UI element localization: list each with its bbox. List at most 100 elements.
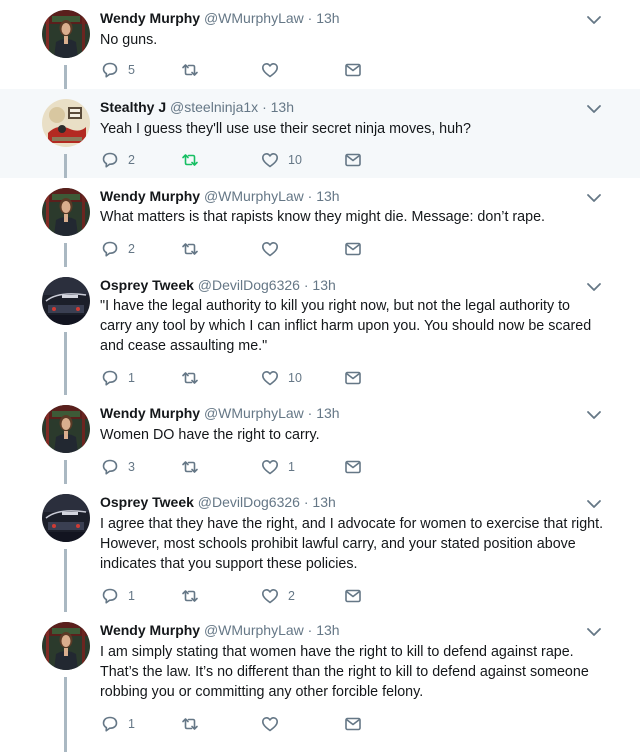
conversation-thread: Wendy Murphy @WMurphyLaw · 13h No guns. 5 S…	[0, 0, 640, 752]
heart-icon	[260, 586, 280, 606]
display-name[interactable]: Stealthy J	[100, 99, 166, 115]
reply-button[interactable]: 2	[100, 150, 135, 170]
timestamp[interactable]: 13h	[312, 277, 335, 293]
chevron-down-icon[interactable]	[586, 625, 602, 637]
avatar[interactable]	[42, 494, 90, 542]
envelope-icon	[343, 586, 363, 606]
thread-connector-line	[64, 243, 67, 267]
tweet[interactable]: Wendy Murphy @WMurphyLaw · 13h No guns. 5	[0, 0, 640, 89]
tweet-header: Stealthy J @steelninja1x · 13h	[100, 98, 294, 116]
direct-message-button[interactable]	[343, 150, 363, 170]
reply-button[interactable]: 2	[100, 239, 135, 259]
timestamp[interactable]: 13h	[316, 622, 339, 638]
chevron-down-icon[interactable]	[586, 13, 602, 25]
chevron-down-icon[interactable]	[586, 280, 602, 292]
avatar[interactable]	[42, 405, 90, 453]
display-name[interactable]: Osprey Tweek	[100, 494, 194, 510]
reply-button[interactable]: 5	[100, 60, 135, 80]
separator-dot: ·	[262, 99, 267, 115]
tweet[interactable]: Osprey Tweek @DevilDog6326 · 13h "I have …	[0, 267, 640, 395]
display-name[interactable]: Wendy Murphy	[100, 622, 200, 638]
tweet-text-line: I am simply stating that women have the …	[100, 644, 574, 660]
avatar[interactable]	[42, 622, 90, 670]
reply-count: 5	[128, 63, 135, 77]
direct-message-button[interactable]	[343, 60, 363, 80]
retweet-icon	[180, 368, 200, 388]
tweet[interactable]: Wendy Murphy @WMurphyLaw · 13h Women DO h…	[0, 395, 640, 484]
reply-button[interactable]: 1	[100, 714, 135, 734]
tweet[interactable]: Osprey Tweek @DevilDog6326 · 13h I agree …	[0, 484, 640, 612]
user-handle[interactable]: @DevilDog6326	[198, 277, 300, 293]
like-button[interactable]: 10	[260, 368, 302, 388]
retweet-button[interactable]	[180, 586, 200, 606]
user-handle[interactable]: @DevilDog6326	[198, 494, 300, 510]
chevron-down-icon[interactable]	[586, 102, 602, 114]
avatar[interactable]	[42, 10, 90, 58]
tweet-text-line: However, most schools prohibit lawful ca…	[100, 536, 576, 552]
timestamp[interactable]: 13h	[316, 10, 339, 26]
reply-icon	[100, 457, 120, 477]
retweet-button[interactable]	[180, 239, 200, 259]
separator-dot: ·	[307, 622, 313, 638]
tweet-text: No guns.	[100, 30, 610, 50]
user-handle[interactable]: @WMurphyLaw	[204, 622, 304, 638]
reply-button[interactable]: 1	[100, 368, 135, 388]
like-count: 10	[288, 371, 302, 385]
tweet-header: Osprey Tweek @DevilDog6326 · 13h	[100, 493, 336, 511]
envelope-icon	[343, 239, 363, 259]
chevron-down-icon[interactable]	[586, 191, 602, 203]
user-handle[interactable]: @WMurphyLaw	[204, 405, 304, 421]
like-count: 10	[288, 153, 302, 167]
user-handle[interactable]: @WMurphyLaw	[204, 188, 304, 204]
direct-message-button[interactable]	[343, 714, 363, 734]
display-name[interactable]: Wendy Murphy	[100, 405, 200, 421]
like-button[interactable]	[260, 60, 280, 80]
like-button[interactable]	[260, 714, 280, 734]
tweet[interactable]: Stealthy J @steelninja1x · 13h Yeah I gue…	[0, 89, 640, 178]
reply-button[interactable]: 1	[100, 586, 135, 606]
like-button[interactable]: 2	[260, 586, 295, 606]
avatar[interactable]	[42, 99, 90, 147]
tweet[interactable]: Wendy Murphy @WMurphyLaw · 13h I am simpl…	[0, 612, 640, 752]
direct-message-button[interactable]	[343, 457, 363, 477]
avatar[interactable]	[42, 188, 90, 236]
timestamp[interactable]: 13h	[312, 494, 335, 510]
tweet-text: I am simply stating that women have the …	[100, 642, 610, 702]
retweet-button[interactable]	[180, 150, 200, 170]
tweet-actions: 31	[100, 457, 400, 477]
direct-message-button[interactable]	[343, 368, 363, 388]
chevron-down-icon[interactable]	[586, 408, 602, 420]
retweet-button[interactable]	[180, 714, 200, 734]
display-name[interactable]: Osprey Tweek	[100, 277, 194, 293]
retweet-button[interactable]	[180, 60, 200, 80]
avatar[interactable]	[42, 277, 90, 325]
timestamp[interactable]: 13h	[316, 188, 339, 204]
like-button[interactable]: 1	[260, 457, 295, 477]
tweet-text-line: carry any tool by which I can inflict ha…	[100, 318, 592, 334]
tweet-actions: 2 10	[100, 150, 400, 170]
timestamp[interactable]: 13h	[271, 99, 294, 115]
tweet-actions: 1 10	[100, 368, 400, 388]
tweet[interactable]: Wendy Murphy @WMurphyLaw · 13h What matte…	[0, 178, 640, 267]
separator-dot: ·	[307, 10, 313, 26]
tweet-text: "I have the legal authority to kill you …	[100, 296, 610, 356]
retweet-button[interactable]	[180, 457, 200, 477]
display-name[interactable]: Wendy Murphy	[100, 10, 200, 26]
like-button[interactable]: 10	[260, 150, 302, 170]
tweet-text-line: What matters is that rapists know they m…	[100, 209, 545, 225]
retweet-icon	[180, 150, 200, 170]
like-button[interactable]	[260, 239, 280, 259]
timestamp[interactable]: 13h	[316, 405, 339, 421]
envelope-icon	[343, 60, 363, 80]
user-handle[interactable]: @WMurphyLaw	[204, 10, 304, 26]
display-name[interactable]: Wendy Murphy	[100, 188, 200, 204]
retweet-button[interactable]	[180, 368, 200, 388]
tweet-actions: 12	[100, 586, 400, 606]
retweet-icon	[180, 239, 200, 259]
direct-message-button[interactable]	[343, 239, 363, 259]
reply-count: 2	[128, 242, 135, 256]
user-handle[interactable]: @steelninja1x	[170, 99, 258, 115]
direct-message-button[interactable]	[343, 586, 363, 606]
reply-button[interactable]: 3	[100, 457, 135, 477]
chevron-down-icon[interactable]	[586, 497, 602, 509]
